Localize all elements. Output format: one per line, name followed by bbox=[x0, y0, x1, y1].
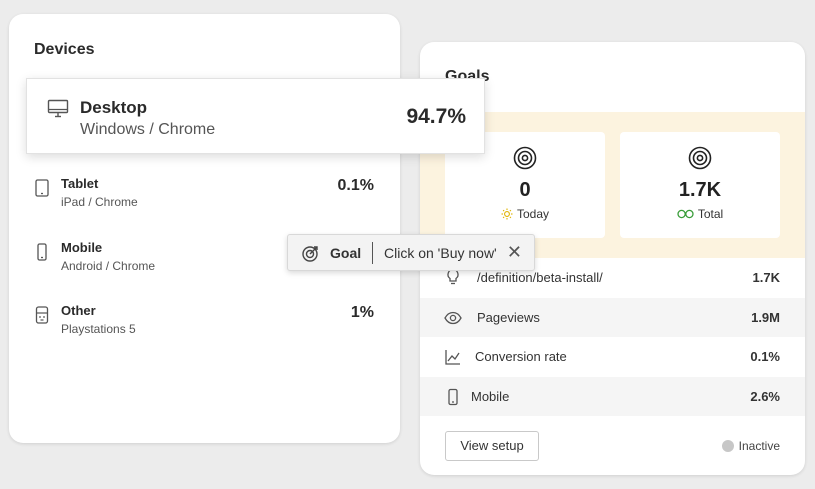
view-setup-button[interactable]: View setup bbox=[445, 431, 539, 461]
status-text: Inactive bbox=[738, 439, 780, 453]
mobile-icon bbox=[37, 243, 47, 261]
goal-row-pageviews[interactable]: Pageviews 1.9M bbox=[420, 298, 805, 337]
device-pct: 0.1% bbox=[337, 177, 374, 194]
goal-row-value: 1.9M bbox=[751, 310, 780, 325]
device-row-desktop[interactable]: Desktop Windows / Chrome 94.7% bbox=[26, 78, 485, 154]
goal-row-label: /definition/beta-install/ bbox=[477, 270, 603, 285]
device-name: Tablet bbox=[61, 176, 99, 191]
goal-row-label: Conversion rate bbox=[475, 349, 567, 364]
goal-chip-separator bbox=[372, 242, 373, 264]
goal-chip-text: Click on 'Buy now' bbox=[384, 245, 497, 261]
goal-chip-type: Goal bbox=[330, 245, 362, 261]
infinity-icon bbox=[677, 209, 694, 219]
device-sub: Playstations 5 bbox=[61, 322, 136, 336]
stat-today-value: 0 bbox=[519, 179, 531, 201]
goal-chip[interactable]: Goal Click on 'Buy now' ✕ bbox=[287, 234, 535, 271]
stat-total-value: 1.7K bbox=[678, 179, 722, 201]
goal-row-value: 2.6% bbox=[750, 389, 780, 404]
device-row-tablet[interactable]: Tablet iPad / Chrome 0.1% bbox=[9, 176, 400, 226]
device-name: Other bbox=[61, 303, 96, 318]
goal-row-value: 0.1% bbox=[750, 349, 780, 364]
status-dot bbox=[721, 440, 734, 452]
gamepad-icon bbox=[35, 306, 49, 324]
device-name: Desktop bbox=[80, 98, 148, 117]
stat-today-label: Today bbox=[516, 207, 550, 221]
device-sub: Windows / Chrome bbox=[80, 121, 216, 138]
stat-total-label: Total bbox=[697, 207, 724, 221]
target-icon bbox=[688, 146, 712, 170]
stat-today-label-row: Today bbox=[445, 207, 605, 221]
device-sub: iPad / Chrome bbox=[61, 195, 138, 209]
devices-title: Devices bbox=[34, 41, 95, 58]
stat-total: 1.7K Total bbox=[620, 132, 780, 238]
desktop-icon bbox=[47, 99, 69, 118]
stat-total-label-row: Total bbox=[620, 207, 780, 221]
sun-icon bbox=[501, 208, 513, 220]
goal-row-label: Pageviews bbox=[477, 310, 540, 325]
close-icon[interactable]: ✕ bbox=[507, 242, 522, 263]
eye-icon bbox=[444, 311, 462, 325]
tablet-icon bbox=[35, 179, 49, 197]
line-chart-icon bbox=[445, 350, 460, 365]
goal-row-conversion[interactable]: Conversion rate 0.1% bbox=[420, 337, 805, 376]
goal-target-icon bbox=[302, 246, 318, 262]
device-row-other[interactable]: Other Playstations 5 1% bbox=[9, 303, 400, 353]
device-sub: Android / Chrome bbox=[61, 259, 156, 273]
device-pct: 1% bbox=[350, 304, 374, 321]
goal-row-label: Mobile bbox=[471, 389, 510, 404]
device-pct: 94.7% bbox=[406, 105, 466, 128]
device-name: Mobile bbox=[61, 240, 103, 255]
goal-row-mobile[interactable]: Mobile 2.6% bbox=[420, 377, 805, 416]
target-icon bbox=[513, 146, 537, 170]
status-indicator: Inactive bbox=[721, 439, 780, 453]
mobile-icon bbox=[448, 388, 458, 406]
goal-row-value: 1.7K bbox=[752, 270, 780, 285]
